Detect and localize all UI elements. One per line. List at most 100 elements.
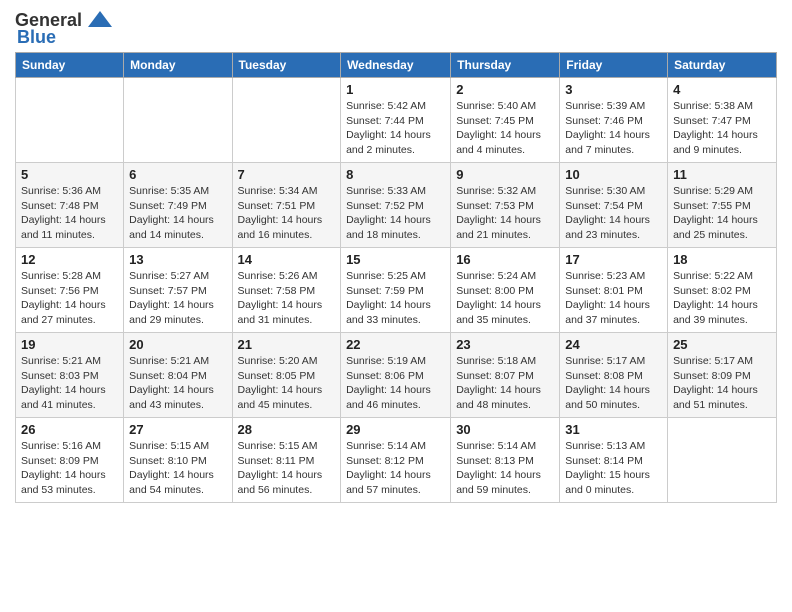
calendar-cell: 6 Sunrise: 5:35 AM Sunset: 7:49 PM Daylig… bbox=[124, 163, 232, 248]
day-number: 16 bbox=[456, 252, 554, 267]
calendar-cell: 7Sunrise: 5:34 AM Sunset: 7:51 PM Daylig… bbox=[232, 163, 341, 248]
day-info: Sunrise: 5:22 AM Sunset: 8:02 PM Dayligh… bbox=[673, 269, 771, 328]
day-number: 20 bbox=[129, 337, 226, 352]
day-info: Sunrise: 5:33 AM Sunset: 7:52 PM Dayligh… bbox=[346, 184, 445, 243]
day-number: 24 bbox=[565, 337, 662, 352]
calendar: SundayMondayTuesdayWednesdayThursdayFrid… bbox=[15, 52, 777, 503]
weekday-header-thursday: Thursday bbox=[451, 53, 560, 78]
day-info: Sunrise: 5:14 AM Sunset: 8:13 PM Dayligh… bbox=[456, 439, 554, 498]
calendar-cell: 5 Sunrise: 5:36 AM Sunset: 7:48 PM Daylig… bbox=[16, 163, 124, 248]
calendar-cell: 24 Sunrise: 5:17 AM Sunset: 8:08 PM Dayli… bbox=[560, 333, 668, 418]
day-info: Sunrise: 5:21 AM Sunset: 8:04 PM Dayligh… bbox=[129, 354, 226, 413]
week-row-5: 26 Sunrise: 5:16 AM Sunset: 8:09 PM Dayli… bbox=[16, 418, 777, 503]
day-number: 4 bbox=[673, 82, 771, 97]
calendar-cell bbox=[124, 78, 232, 163]
day-number: 26 bbox=[21, 422, 118, 437]
day-info: Sunrise: 5:23 AM Sunset: 8:01 PM Dayligh… bbox=[565, 269, 662, 328]
calendar-cell: 25 Sunrise: 5:17 AM Sunset: 8:09 PM Dayli… bbox=[668, 333, 777, 418]
calendar-cell: 13 Sunrise: 5:27 AM Sunset: 7:57 PM Dayli… bbox=[124, 248, 232, 333]
calendar-cell: 19 Sunrise: 5:21 AM Sunset: 8:03 PM Dayli… bbox=[16, 333, 124, 418]
day-number: 8 bbox=[346, 167, 445, 182]
day-info: Sunrise: 5:36 AM Sunset: 7:48 PM Dayligh… bbox=[21, 184, 118, 243]
day-info: Sunrise: 5:26 AM Sunset: 7:58 PM Dayligh… bbox=[238, 269, 336, 328]
day-info: Sunrise: 5:25 AM Sunset: 7:59 PM Dayligh… bbox=[346, 269, 445, 328]
day-number: 3 bbox=[565, 82, 662, 97]
calendar-cell: 10 Sunrise: 5:30 AM Sunset: 7:54 PM Dayli… bbox=[560, 163, 668, 248]
calendar-cell bbox=[668, 418, 777, 503]
day-info: Sunrise: 5:30 AM Sunset: 7:54 PM Dayligh… bbox=[565, 184, 662, 243]
day-number: 23 bbox=[456, 337, 554, 352]
calendar-cell: 23Sunrise: 5:18 AM Sunset: 8:07 PM Dayli… bbox=[451, 333, 560, 418]
calendar-cell: 15Sunrise: 5:25 AM Sunset: 7:59 PM Dayli… bbox=[341, 248, 451, 333]
day-info: Sunrise: 5:16 AM Sunset: 8:09 PM Dayligh… bbox=[21, 439, 118, 498]
calendar-cell: 27 Sunrise: 5:15 AM Sunset: 8:10 PM Dayli… bbox=[124, 418, 232, 503]
day-number: 13 bbox=[129, 252, 226, 267]
day-info: Sunrise: 5:35 AM Sunset: 7:49 PM Dayligh… bbox=[129, 184, 226, 243]
calendar-cell: 16 Sunrise: 5:24 AM Sunset: 8:00 PM Dayli… bbox=[451, 248, 560, 333]
day-number: 6 bbox=[129, 167, 226, 182]
calendar-cell: 17 Sunrise: 5:23 AM Sunset: 8:01 PM Dayli… bbox=[560, 248, 668, 333]
day-number: 11 bbox=[673, 167, 771, 182]
day-number: 22 bbox=[346, 337, 445, 352]
day-number: 12 bbox=[21, 252, 118, 267]
day-number: 29 bbox=[346, 422, 445, 437]
day-info: Sunrise: 5:15 AM Sunset: 8:10 PM Dayligh… bbox=[129, 439, 226, 498]
calendar-cell: 26 Sunrise: 5:16 AM Sunset: 8:09 PM Dayli… bbox=[16, 418, 124, 503]
calendar-cell: 30 Sunrise: 5:14 AM Sunset: 8:13 PM Dayli… bbox=[451, 418, 560, 503]
day-number: 5 bbox=[21, 167, 118, 182]
calendar-cell bbox=[16, 78, 124, 163]
day-number: 25 bbox=[673, 337, 771, 352]
day-number: 28 bbox=[238, 422, 336, 437]
day-info: Sunrise: 5:28 AM Sunset: 7:56 PM Dayligh… bbox=[21, 269, 118, 328]
weekday-header-monday: Monday bbox=[124, 53, 232, 78]
day-info: Sunrise: 5:34 AM Sunset: 7:51 PM Dayligh… bbox=[238, 184, 336, 243]
calendar-cell: 4 Sunrise: 5:38 AM Sunset: 7:47 PM Daylig… bbox=[668, 78, 777, 163]
calendar-cell bbox=[232, 78, 341, 163]
calendar-cell: 31Sunrise: 5:13 AM Sunset: 8:14 PM Dayli… bbox=[560, 418, 668, 503]
weekday-header-saturday: Saturday bbox=[668, 53, 777, 78]
day-info: Sunrise: 5:38 AM Sunset: 7:47 PM Dayligh… bbox=[673, 99, 771, 158]
day-info: Sunrise: 5:32 AM Sunset: 7:53 PM Dayligh… bbox=[456, 184, 554, 243]
calendar-cell: 20 Sunrise: 5:21 AM Sunset: 8:04 PM Dayli… bbox=[124, 333, 232, 418]
calendar-cell: 11 Sunrise: 5:29 AM Sunset: 7:55 PM Dayli… bbox=[668, 163, 777, 248]
day-info: Sunrise: 5:29 AM Sunset: 7:55 PM Dayligh… bbox=[673, 184, 771, 243]
day-info: Sunrise: 5:15 AM Sunset: 8:11 PM Dayligh… bbox=[238, 439, 336, 498]
week-row-4: 19 Sunrise: 5:21 AM Sunset: 8:03 PM Dayli… bbox=[16, 333, 777, 418]
day-number: 19 bbox=[21, 337, 118, 352]
header: General Blue bbox=[15, 10, 777, 48]
day-number: 9 bbox=[456, 167, 554, 182]
calendar-cell: 3Sunrise: 5:39 AM Sunset: 7:46 PM Daylig… bbox=[560, 78, 668, 163]
day-info: Sunrise: 5:19 AM Sunset: 8:06 PM Dayligh… bbox=[346, 354, 445, 413]
calendar-cell: 28 Sunrise: 5:15 AM Sunset: 8:11 PM Dayli… bbox=[232, 418, 341, 503]
day-info: Sunrise: 5:17 AM Sunset: 8:08 PM Dayligh… bbox=[565, 354, 662, 413]
logo-icon bbox=[86, 9, 114, 31]
day-info: Sunrise: 5:24 AM Sunset: 8:00 PM Dayligh… bbox=[456, 269, 554, 328]
weekday-header-wednesday: Wednesday bbox=[341, 53, 451, 78]
calendar-cell: 14Sunrise: 5:26 AM Sunset: 7:58 PM Dayli… bbox=[232, 248, 341, 333]
week-row-2: 5 Sunrise: 5:36 AM Sunset: 7:48 PM Daylig… bbox=[16, 163, 777, 248]
calendar-cell: 12 Sunrise: 5:28 AM Sunset: 7:56 PM Dayli… bbox=[16, 248, 124, 333]
calendar-cell: 18 Sunrise: 5:22 AM Sunset: 8:02 PM Dayli… bbox=[668, 248, 777, 333]
weekday-header-sunday: Sunday bbox=[16, 53, 124, 78]
calendar-cell: 9 Sunrise: 5:32 AM Sunset: 7:53 PM Daylig… bbox=[451, 163, 560, 248]
day-number: 1 bbox=[346, 82, 445, 97]
day-number: 10 bbox=[565, 167, 662, 182]
day-info: Sunrise: 5:21 AM Sunset: 8:03 PM Dayligh… bbox=[21, 354, 118, 413]
day-number: 30 bbox=[456, 422, 554, 437]
calendar-cell: 21Sunrise: 5:20 AM Sunset: 8:05 PM Dayli… bbox=[232, 333, 341, 418]
calendar-cell: 8 Sunrise: 5:33 AM Sunset: 7:52 PM Daylig… bbox=[341, 163, 451, 248]
day-number: 27 bbox=[129, 422, 226, 437]
logo: General Blue bbox=[15, 10, 114, 48]
calendar-cell: 22 Sunrise: 5:19 AM Sunset: 8:06 PM Dayli… bbox=[341, 333, 451, 418]
day-info: Sunrise: 5:17 AM Sunset: 8:09 PM Dayligh… bbox=[673, 354, 771, 413]
day-info: Sunrise: 5:27 AM Sunset: 7:57 PM Dayligh… bbox=[129, 269, 226, 328]
day-number: 31 bbox=[565, 422, 662, 437]
weekday-header-friday: Friday bbox=[560, 53, 668, 78]
day-number: 2 bbox=[456, 82, 554, 97]
calendar-cell: 2Sunrise: 5:40 AM Sunset: 7:45 PM Daylig… bbox=[451, 78, 560, 163]
day-number: 17 bbox=[565, 252, 662, 267]
day-number: 18 bbox=[673, 252, 771, 267]
week-row-1: 1Sunrise: 5:42 AM Sunset: 7:44 PM Daylig… bbox=[16, 78, 777, 163]
day-number: 21 bbox=[238, 337, 336, 352]
calendar-cell: 29Sunrise: 5:14 AM Sunset: 8:12 PM Dayli… bbox=[341, 418, 451, 503]
